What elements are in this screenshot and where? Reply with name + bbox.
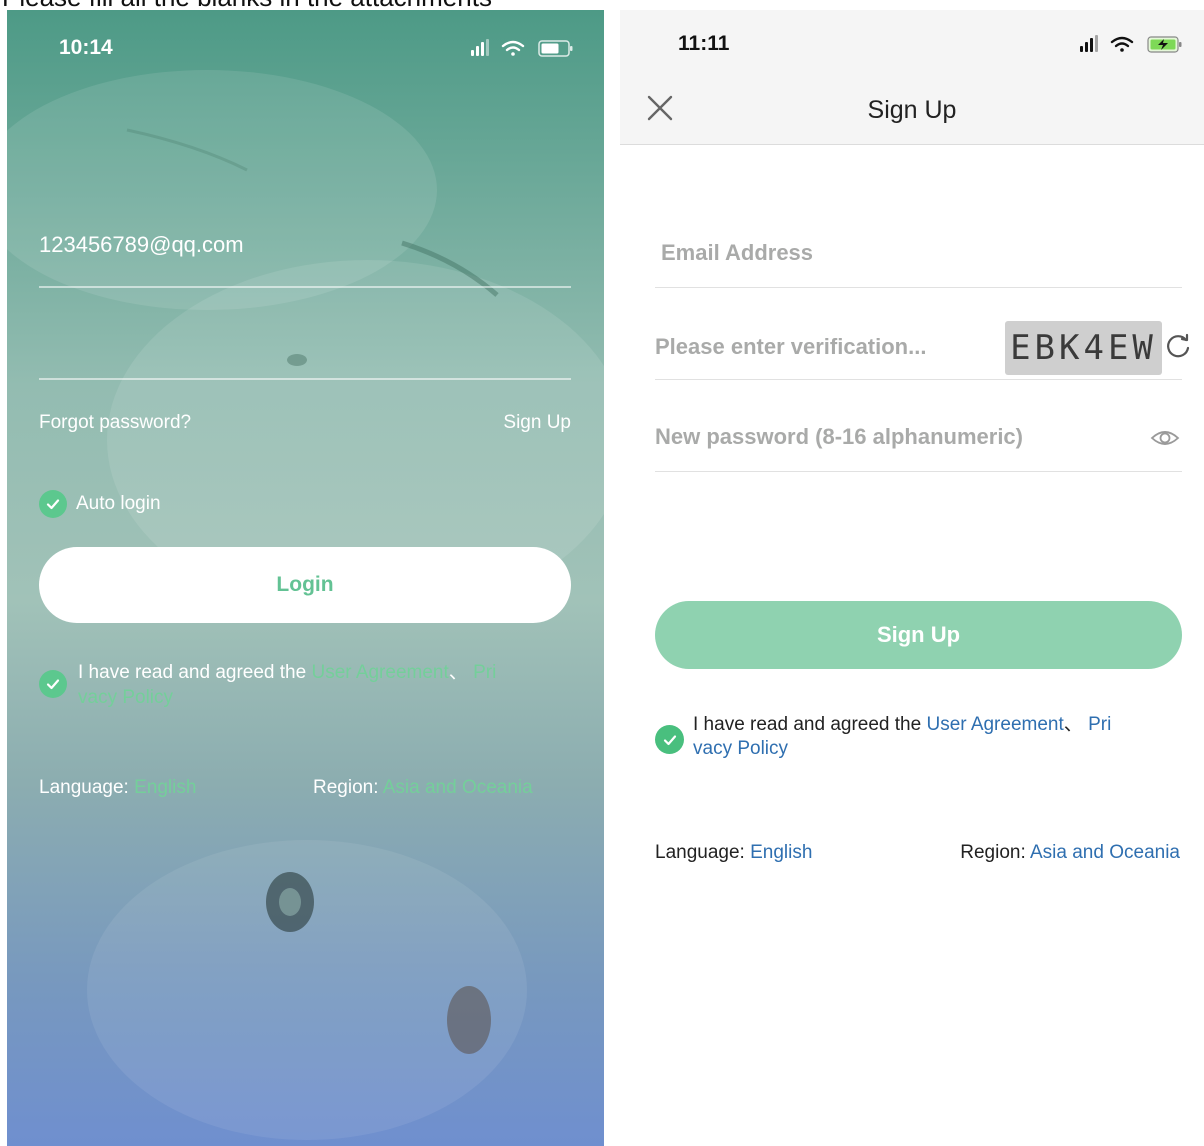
signal-icon: [471, 39, 489, 56]
verification-placeholder: Please enter verification...: [655, 334, 927, 359]
check-icon: [39, 490, 67, 518]
captcha-image[interactable]: EBK4EW: [1005, 321, 1162, 375]
privacy-policy-link-b[interactable]: vacy Policy: [78, 687, 173, 708]
email-input[interactable]: 123456789@qq.com: [39, 232, 459, 258]
agreement-prefix: I have read and agreed the: [78, 662, 312, 683]
privacy-policy-link-a[interactable]: Pri: [1088, 714, 1111, 735]
refresh-icon[interactable]: [1164, 332, 1192, 360]
region-label: Region:: [960, 842, 1026, 863]
forgot-password-link[interactable]: Forgot password?: [39, 412, 191, 434]
login-screen: 10:14 123456789@qq.com Forgot password? …: [7, 10, 604, 1146]
signup-header: 11:11 Sign Up: [620, 10, 1204, 145]
status-icons: [471, 39, 573, 57]
captcha-text: EBK4EW: [1010, 328, 1157, 368]
region-selector[interactable]: Region: Asia and Oceania: [313, 777, 533, 799]
agreement-check-icon[interactable]: [655, 725, 684, 754]
region-value[interactable]: Asia and Oceania: [383, 777, 533, 798]
agreement-row: I have read and agreed the User Agreemen…: [655, 713, 1182, 761]
region-value[interactable]: Asia and Oceania: [1030, 842, 1180, 863]
caption-bar: Please fill all the blanks in the attach…: [0, 0, 1204, 10]
agreement-check-icon[interactable]: [39, 670, 67, 698]
language-label: Language:: [39, 777, 129, 798]
caption-text: Please fill all the blanks in the attach…: [2, 0, 492, 10]
auto-login-checkbox[interactable]: Auto login: [39, 490, 161, 518]
wifi-icon: [501, 40, 525, 56]
email-placeholder: Email Address: [661, 240, 814, 265]
wifi-icon: [1110, 36, 1134, 52]
signal-icon: [1080, 35, 1098, 52]
signup-screen: 11:11 Sign Up Email Address Please enter…: [620, 10, 1204, 1146]
battery-charging-icon: [1147, 36, 1182, 53]
status-time: 11:11: [678, 32, 730, 55]
password-field[interactable]: New password (8-16 alphanumeric): [655, 410, 1182, 472]
user-agreement-link[interactable]: User Agreement: [311, 662, 448, 683]
language-selector[interactable]: Language: English: [655, 842, 812, 864]
status-icons: [1080, 35, 1182, 53]
auto-login-label: Auto login: [76, 493, 161, 514]
language-value[interactable]: English: [750, 842, 812, 863]
sign-up-button[interactable]: Sign Up: [655, 601, 1182, 669]
region-label: Region:: [313, 777, 379, 798]
language-value[interactable]: English: [134, 777, 196, 798]
separator: 、: [1063, 714, 1083, 735]
separator: 、: [448, 662, 468, 683]
login-button[interactable]: Login: [39, 547, 571, 623]
agreement-text: I have read and agreed the User Agreemen…: [78, 660, 571, 710]
email-field[interactable]: Email Address: [655, 232, 1182, 288]
agreement-text: I have read and agreed the User Agreemen…: [693, 713, 1182, 761]
status-time: 10:14: [59, 36, 113, 59]
password-input[interactable]: [39, 378, 571, 380]
battery-icon: [538, 40, 573, 57]
page-title: Sign Up: [867, 96, 957, 124]
agreement-row: I have read and agreed the User Agreemen…: [39, 660, 571, 710]
sign-up-link[interactable]: Sign Up: [503, 412, 571, 434]
language-label: Language:: [655, 842, 745, 863]
region-selector[interactable]: Region: Asia and Oceania: [960, 842, 1180, 864]
agreement-prefix: I have read and agreed the: [693, 714, 927, 735]
language-selector[interactable]: Language: English: [39, 777, 196, 799]
privacy-policy-link-a[interactable]: Pri: [473, 662, 496, 683]
privacy-policy-link-b[interactable]: vacy Policy: [693, 738, 788, 759]
password-placeholder: New password (8-16 alphanumeric): [655, 424, 1023, 449]
eye-icon[interactable]: [1150, 427, 1180, 449]
user-agreement-link[interactable]: User Agreement: [926, 714, 1063, 735]
screenshot-root: Please fill all the blanks in the attach…: [0, 0, 1204, 1146]
email-underline: [39, 286, 571, 288]
